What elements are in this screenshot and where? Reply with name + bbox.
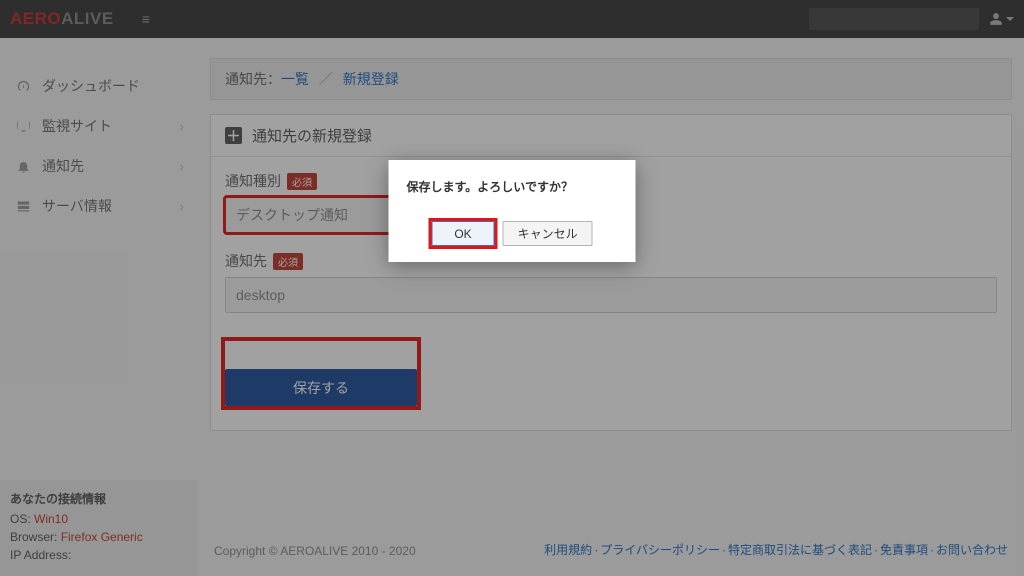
dialog-message: 保存します。よろしいですか？ — [407, 178, 618, 195]
ok-button[interactable]: OK — [431, 221, 494, 246]
modal-overlay — [0, 0, 1024, 576]
cancel-button[interactable]: キャンセル — [503, 221, 593, 246]
confirm-dialog: 保存します。よろしいですか？ OK キャンセル — [389, 160, 636, 262]
